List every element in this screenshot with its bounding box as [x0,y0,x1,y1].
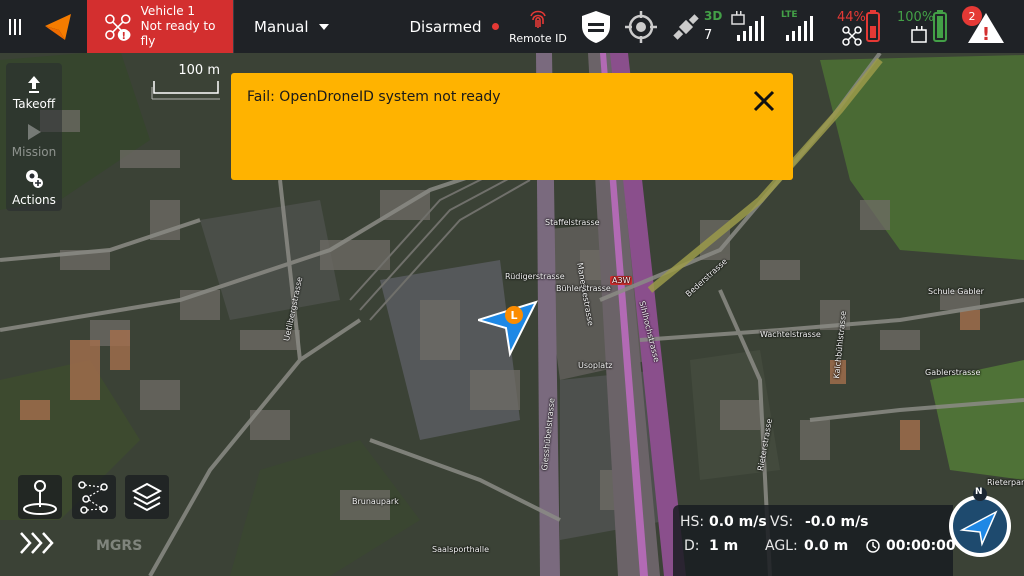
compass-widget[interactable]: N [944,486,1016,558]
takeoff-arrow-icon [28,76,40,93]
menu-button[interactable] [0,0,30,53]
arm-status-dot [491,23,499,30]
satellite-icon [673,13,699,40]
layers-icon [131,482,163,512]
location-pin-icon [23,480,57,515]
street-label: Staffelstrasse [545,218,600,227]
lte-signal[interactable]: LTE [776,0,816,53]
vehicle-marker-letter: L [510,309,517,322]
street-label: Schule Gabler [928,287,984,296]
menu-bars-icon [9,18,21,35]
route-waypoints-icon [78,481,108,514]
clock-icon [866,539,880,553]
actions-button[interactable]: Actions [6,159,62,207]
street-label: Saalsporthalle [432,545,490,554]
vehicle-name: Vehicle 1 [140,4,196,18]
vs-value: -0.0 m/s [805,514,869,530]
coord-system-label: MGRS [96,538,143,554]
mission-button[interactable]: Mission [6,111,62,159]
fingerprint-icon [530,10,546,28]
double-chevron-right-icon[interactable] [18,530,58,556]
waypoint-pin-icon [26,170,43,188]
street-label: Bühlerstrasse [556,284,611,293]
toolbar: ! Vehicle 1 Not ready to fly Manual Disa… [0,0,1024,53]
compass-north-label: N [975,487,983,497]
qgc-logo-icon [45,13,71,40]
d-value: 1 m [709,538,739,554]
gps-status[interactable]: 3D 7 [668,0,724,53]
mission-label: Mission [11,145,57,159]
gimbal-button[interactable] [622,0,660,53]
arm-status-label: Disarmed [409,17,482,36]
svg-text:!: ! [982,24,990,45]
flight-mode-selector[interactable]: Manual [233,0,346,53]
hs-label: HS: [680,514,705,530]
notification-message: Fail: OpenDroneID system not ready [247,89,501,105]
street-label: Rüdigerstrasse [505,272,565,281]
street-label: Gablerstrasse [925,368,981,377]
vehicle-battery-percent: 44% [837,10,866,25]
hs-value: 0.0 m/s [709,514,767,530]
vehicle-status[interactable]: ! Vehicle 1 Not ready to fly [87,0,233,53]
controller-battery[interactable]: 100% [894,0,954,53]
actions-label: Actions [12,193,56,207]
map-layers-button[interactable] [125,475,169,519]
alert-count-badge: 2 [962,6,982,26]
alerts-button[interactable]: ! 2 [962,0,1010,53]
takeoff-button[interactable]: Takeoff [6,63,62,111]
road-shield: A3W [610,276,633,285]
chevron-down-icon [318,23,329,30]
arm-status[interactable]: Disarmed [398,0,510,53]
gps-satellite-count: 7 [704,28,713,43]
street-label: Brunaupark [352,497,399,506]
notification-banner: Fail: OpenDroneID system not ready [231,73,793,180]
flight-mode-label: Manual [254,17,309,36]
controller-battery-percent: 100% [897,10,935,25]
app-logo[interactable] [30,0,86,53]
controller-battery-icon [911,10,947,43]
gps-fix-type: 3D [704,9,723,23]
street-label: Usoplatz [578,361,613,370]
telemetry-panel: HS: 0.0 m/s VS: -0.0 m/s D: 1 m AGL: 0.0… [673,505,956,576]
plan-toolstrip: Takeoff Mission Actions [6,63,62,211]
remote-id-indicator[interactable]: Remote ID [508,0,568,53]
takeoff-label: Takeoff [12,97,56,111]
crosshair-icon [625,10,657,43]
shield-icon [582,10,610,43]
street-label: Wachtelstrasse [760,330,821,339]
rc-signal-icon [731,10,764,41]
lte-label: LTE [781,10,798,20]
drone-battery-icon [842,10,880,46]
divider [233,0,234,53]
vs-label: VS: [770,514,794,530]
route-button[interactable] [72,475,116,519]
remote-id-label: Remote ID [509,32,567,45]
svg-text:!: ! [122,30,127,41]
vehicle-ready-status: Not ready to fly [140,19,216,48]
agl-label: AGL: [765,538,798,554]
drone-warning-icon: ! [105,13,131,41]
d-label: D: [684,538,700,554]
play-icon [28,124,41,140]
remote-id-shield[interactable] [578,0,614,53]
map-scale: 100 m [150,63,222,103]
location-button[interactable] [18,475,62,519]
vehicle-marker[interactable]: L [478,298,548,358]
rc-rssi[interactable] [728,0,768,53]
vehicle-battery[interactable]: 44% [832,0,888,53]
agl-value: 0.0 m [804,538,849,554]
close-icon[interactable] [751,88,777,114]
scale-bar [151,81,220,100]
